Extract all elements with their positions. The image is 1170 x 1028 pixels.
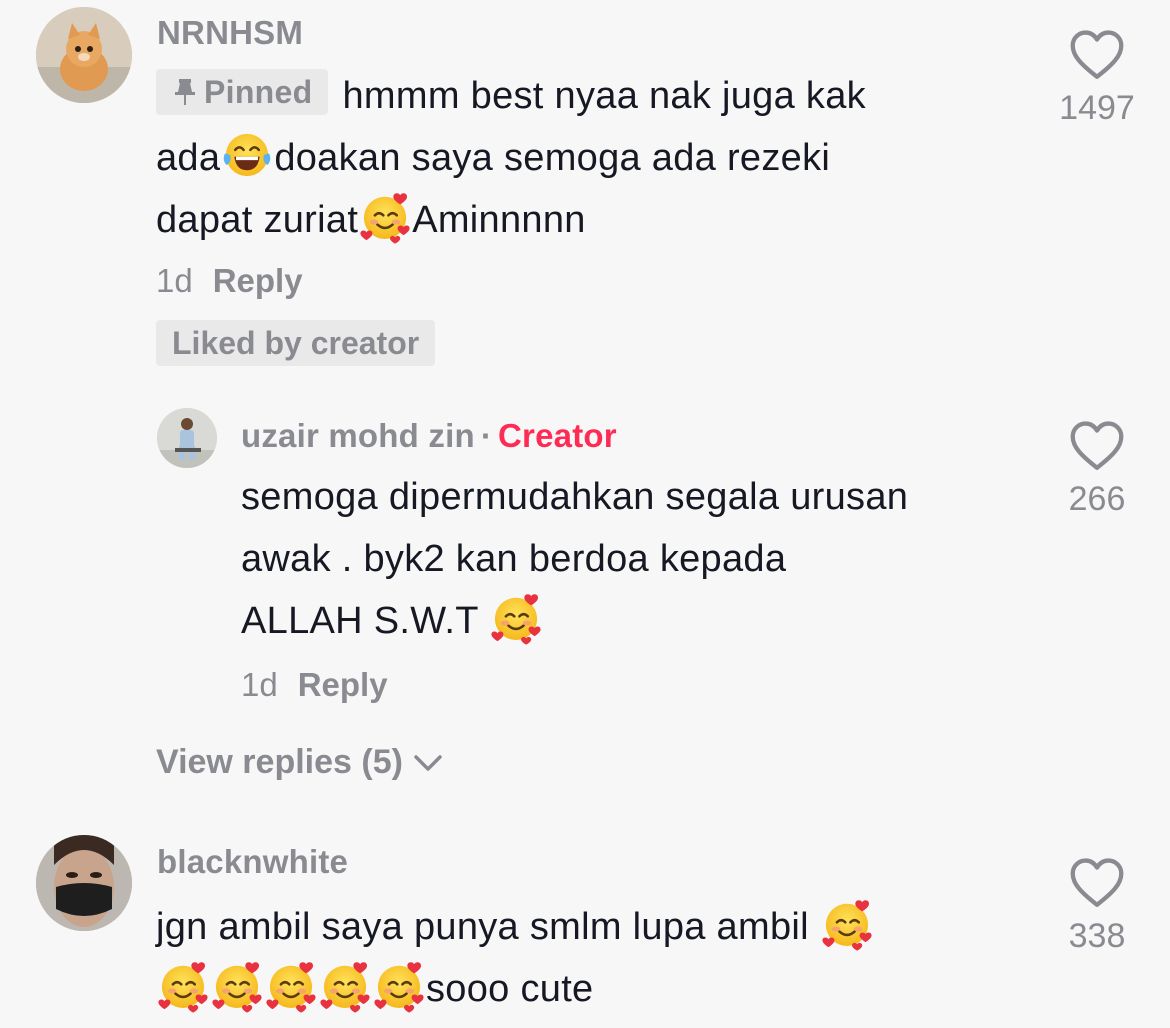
avatar[interactable] xyxy=(36,835,132,931)
creator-badge: Creator xyxy=(498,417,617,454)
comment-text-part: ada xyxy=(156,137,221,179)
pinned-badge: Pinned xyxy=(156,68,329,115)
pinned-label: Pinned xyxy=(204,73,313,110)
comment-text-part: dapat zuriat xyxy=(156,199,359,241)
reply-text-line: ALLAH S.W.T xyxy=(241,600,479,642)
heart-outline-icon[interactable] xyxy=(1069,30,1125,82)
comment-text-line: sooo cute xyxy=(426,968,594,1010)
like-button[interactable]: 1497 xyxy=(1042,30,1152,128)
comment-text-part: hmmm best nyaa nak juga kak xyxy=(342,75,866,117)
avatar[interactable] xyxy=(157,408,217,468)
reply-text-line: awak . byk2 kan berdoa kepada xyxy=(241,538,787,580)
smiling-face-with-hearts-emoji-icon xyxy=(820,897,874,951)
heart-outline-icon[interactable] xyxy=(1069,858,1125,910)
comment-text-part: Aminnnnn xyxy=(412,199,586,241)
smiling-face-with-hearts-emoji-icon xyxy=(489,591,543,645)
like-button[interactable]: 266 xyxy=(1042,421,1152,519)
liked-by-creator-badge: Liked by creator xyxy=(156,320,436,366)
pin-icon xyxy=(175,78,195,105)
like-count: 338 xyxy=(1068,917,1126,955)
comment-time: 1d xyxy=(156,262,193,299)
comment-text-line: jgn ambil saya punya smlm lupa ambil xyxy=(156,906,809,948)
reply-time: 1d xyxy=(241,666,278,703)
comment-meta: 1d Reply xyxy=(156,262,303,300)
comment-username[interactable]: NRNHSM xyxy=(157,14,303,52)
tears-of-joy-emoji-icon xyxy=(220,128,274,182)
comment-text-part: doakan saya semoga ada rezeki xyxy=(274,137,831,179)
comment-text: jgn ambil saya punya smlm lupa ambil soo… xyxy=(156,896,1016,1020)
avatar[interactable] xyxy=(36,7,132,103)
smiling-face-with-hearts-emoji-icon xyxy=(156,959,210,1013)
chevron-down-icon xyxy=(414,754,442,771)
view-replies-label: View replies (5) xyxy=(156,743,403,781)
masked-person-avatar-icon xyxy=(36,835,132,931)
like-count: 266 xyxy=(1068,480,1126,518)
kitten-avatar-icon xyxy=(36,7,132,103)
comment-username[interactable]: blacknwhite xyxy=(157,843,348,881)
smiling-face-with-hearts-emoji-icon xyxy=(210,959,264,1013)
like-count: 1497 xyxy=(1059,89,1135,127)
reply-button[interactable]: Reply xyxy=(213,262,303,299)
reply-text-line: semoga dipermudahkan segala urusan xyxy=(241,476,909,518)
reply-text: semoga dipermudahkan segala urusan awak … xyxy=(241,466,1041,652)
reply-meta: 1d Reply xyxy=(241,666,388,704)
smiling-face-with-hearts-emoji-icon xyxy=(372,959,426,1013)
smiling-face-with-hearts-emoji-icon xyxy=(318,959,372,1013)
smiling-face-with-hearts-emoji-icon xyxy=(264,959,318,1013)
view-replies-button[interactable]: View replies (5) xyxy=(156,743,443,782)
like-button[interactable]: 338 xyxy=(1042,858,1152,956)
reply-username[interactable]: uzair mohd zin xyxy=(241,417,475,454)
reply-username-row: uzair mohd zin · Creator xyxy=(241,417,617,455)
liked-by-creator-label: Liked by creator xyxy=(156,320,436,366)
reply-button[interactable]: Reply xyxy=(298,666,388,703)
comment-text: Pinned hmmm best nyaa nak juga kak ada do… xyxy=(156,65,1016,251)
separator-dot: · xyxy=(480,417,493,454)
person-avatar-icon xyxy=(157,408,217,468)
heart-outline-icon[interactable] xyxy=(1069,421,1125,473)
smiling-face-with-hearts-emoji-icon xyxy=(358,190,412,244)
